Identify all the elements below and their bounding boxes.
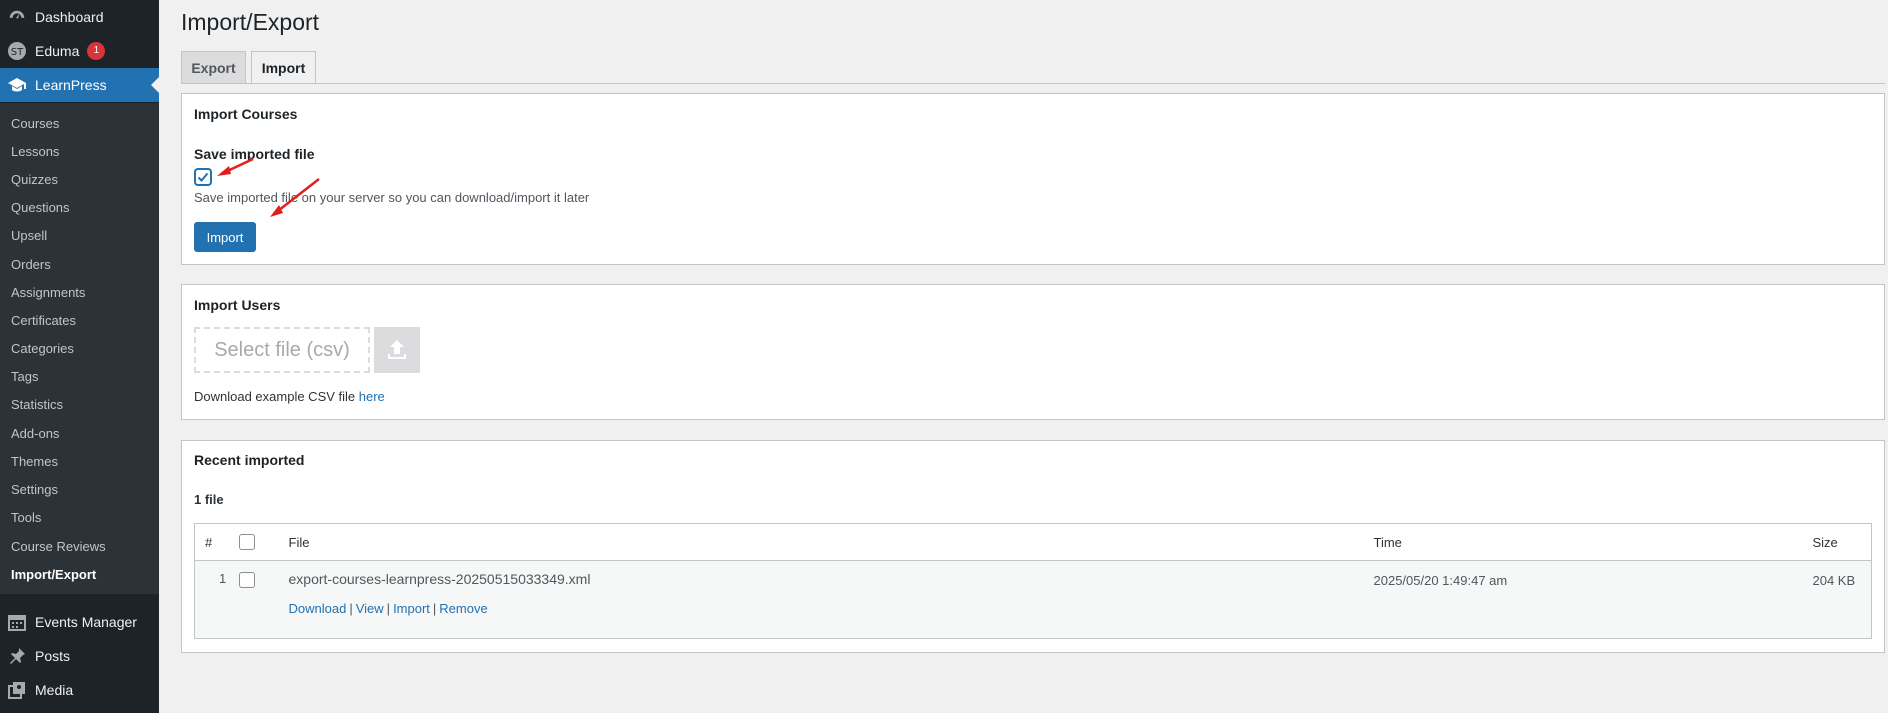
tab-export[interactable]: Export	[181, 51, 246, 84]
submenu-course-reviews[interactable]: Course Reviews	[11, 538, 106, 556]
submenu-quizzes[interactable]: Quizzes	[11, 171, 58, 189]
recent-imported-title: Recent imported	[194, 452, 305, 468]
menu-media[interactable]: Media	[0, 673, 159, 707]
download-example-label: Download example CSV file	[194, 389, 356, 404]
menu-events-manager[interactable]: Events Manager	[0, 605, 159, 639]
svg-text:ST: ST	[11, 47, 24, 58]
upload-button[interactable]	[374, 327, 420, 373]
menu-posts[interactable]: Posts	[0, 639, 159, 673]
import-link[interactable]: Import	[393, 601, 430, 616]
row-time: 2025/05/20 1:49:47 am	[1363, 560, 1803, 639]
menu-media-label: Media	[35, 682, 74, 698]
import-courses-title: Import Courses	[194, 106, 298, 122]
menu-posts-label: Posts	[35, 648, 71, 664]
menu-eduma[interactable]: ST Eduma 1	[0, 34, 159, 68]
menu-learnpress[interactable]: LearnPress	[0, 68, 159, 102]
graduation-cap-icon	[6, 74, 28, 96]
submenu-questions[interactable]: Questions	[11, 199, 70, 217]
tab-divider	[181, 83, 1885, 84]
submenu-courses[interactable]: Courses	[11, 115, 59, 133]
table-row: 1 export-courses-learnpress-202505150333…	[194, 560, 1872, 639]
checkmark-icon	[197, 172, 209, 182]
calendar-icon	[6, 611, 28, 633]
media-icon	[6, 679, 28, 701]
submenu-settings[interactable]: Settings	[11, 481, 58, 499]
col-number: #	[194, 523, 239, 561]
table-header-row: # File Time Size	[194, 523, 1872, 561]
submenu-assignments[interactable]: Assignments	[11, 284, 85, 302]
submenu-categories[interactable]: Categories	[11, 340, 74, 358]
admin-sidebar: Dashboard ST Eduma 1 LearnPress Courses …	[0, 0, 159, 713]
menu-eduma-label: Eduma	[35, 43, 80, 59]
menu-events-manager-label: Events Manager	[35, 614, 137, 630]
col-size: Size	[1802, 523, 1872, 561]
recent-imported-panel: Recent imported 1 file # File Time Size …	[181, 440, 1885, 653]
submenu-lessons[interactable]: Lessons	[11, 143, 59, 161]
submenu-themes[interactable]: Themes	[11, 453, 58, 471]
dashboard-icon	[6, 6, 28, 28]
submenu-import-export[interactable]: Import/Export	[11, 566, 96, 584]
row-file-cell: export-courses-learnpress-20250515033349…	[278, 560, 1364, 639]
page-title: Import/Export	[181, 9, 320, 35]
import-courses-panel: Import Courses Save imported file Save i…	[181, 93, 1885, 265]
select-csv-file[interactable]: Select file (csv)	[194, 327, 370, 373]
col-select-all	[238, 523, 279, 561]
select-all-checkbox[interactable]	[238, 534, 255, 551]
save-file-description: Save imported file on your server so you…	[194, 190, 590, 205]
learnpress-submenu: Courses Lessons Quizzes Questions Upsell…	[0, 103, 159, 594]
menu-dashboard[interactable]: Dashboard	[0, 0, 159, 34]
file-count: 1 file	[194, 492, 224, 507]
import-courses-button[interactable]: Import	[194, 222, 256, 252]
tab-import[interactable]: Import	[251, 51, 316, 84]
upload-icon	[388, 340, 406, 359]
row-checkbox[interactable]	[238, 572, 255, 588]
submenu-addons[interactable]: Add-ons	[11, 425, 59, 443]
row-actions: Download | View | Import | Remove	[288, 601, 488, 616]
submenu-statistics[interactable]: Statistics	[11, 396, 63, 414]
submenu-tags[interactable]: Tags	[11, 368, 38, 386]
save-file-label: Save imported file	[194, 146, 315, 162]
row-file-name: export-courses-learnpress-20250515033349…	[288, 571, 591, 587]
col-time: Time	[1363, 523, 1803, 561]
menu-dashboard-label: Dashboard	[35, 9, 104, 25]
submenu-certificates[interactable]: Certificates	[11, 312, 76, 330]
download-example-link[interactable]: here	[359, 389, 385, 404]
import-users-title: Import Users	[194, 297, 281, 313]
import-users-panel: Import Users Select file (csv) Download …	[181, 284, 1885, 420]
row-select	[238, 560, 279, 639]
save-file-checkbox[interactable]	[195, 169, 211, 185]
row-number: 1	[194, 560, 239, 639]
submenu-upsell[interactable]: Upsell	[11, 227, 47, 245]
submenu-tools[interactable]: Tools	[11, 509, 41, 527]
submenu-orders[interactable]: Orders	[11, 256, 51, 274]
download-example-text: Download example CSV file here	[194, 389, 385, 404]
row-size: 204 KB	[1802, 560, 1872, 639]
update-badge: 1	[87, 42, 106, 60]
view-link[interactable]: View	[356, 601, 384, 616]
pushpin-icon	[6, 645, 28, 667]
menu-learnpress-label: LearnPress	[35, 77, 107, 93]
remove-link[interactable]: Remove	[439, 601, 487, 616]
recent-files-table: # File Time Size 1 export-courses-learnp…	[194, 523, 1872, 639]
col-file: File	[278, 523, 1364, 561]
eduma-icon: ST	[6, 40, 28, 62]
download-link[interactable]: Download	[289, 601, 347, 616]
